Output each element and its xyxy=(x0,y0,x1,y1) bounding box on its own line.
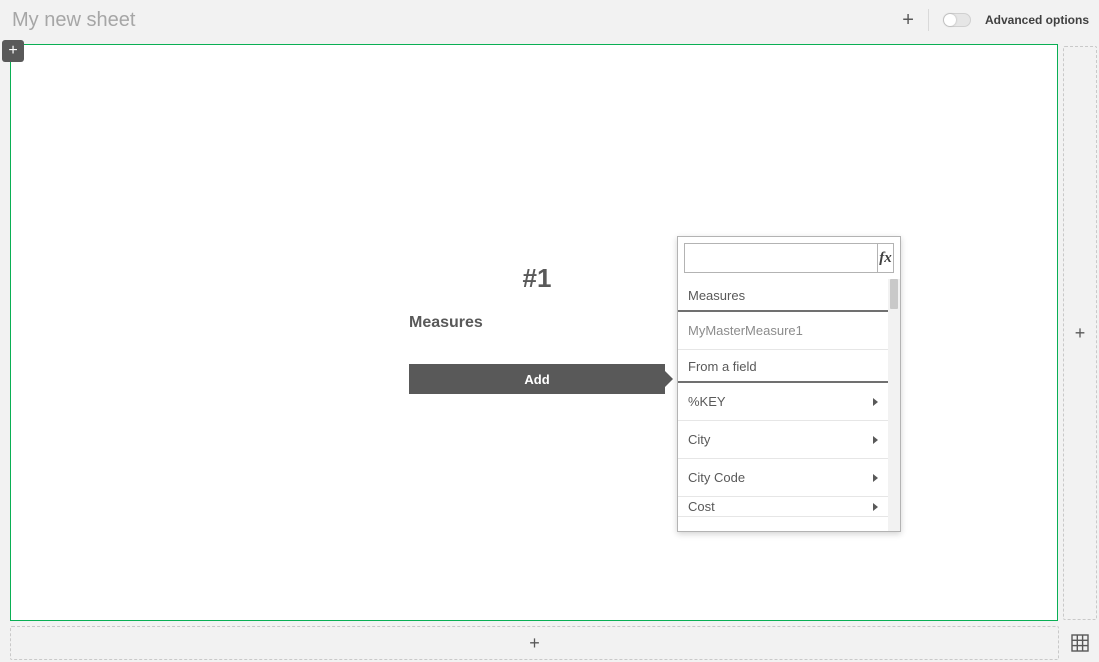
chevron-right-icon xyxy=(873,503,878,511)
placeholder-number: #1 xyxy=(409,263,665,294)
measure-item-label: MyMasterMeasure1 xyxy=(688,323,803,338)
fx-icon: fx xyxy=(879,250,892,267)
sheet-canvas[interactable]: #1 Measures Add fx Measures xyxy=(10,44,1058,621)
field-item-label: City Code xyxy=(688,470,745,485)
popover-scroll: Measures MyMasterMeasure1 From a field %… xyxy=(678,279,888,531)
add-measure-button[interactable]: Add xyxy=(409,364,665,394)
expression-editor-button[interactable]: fx xyxy=(878,243,894,273)
field-item[interactable]: City Code xyxy=(678,459,888,497)
canvas-wrap: + #1 Measures Add fx Measure xyxy=(2,40,1059,622)
chevron-right-icon xyxy=(873,398,878,406)
popover-scrollbar[interactable] xyxy=(888,279,900,531)
divider xyxy=(928,9,929,31)
popover-search-row: fx xyxy=(678,237,900,279)
advanced-options-toggle[interactable] xyxy=(943,13,971,27)
field-item[interactable]: City xyxy=(678,421,888,459)
field-item-label: %KEY xyxy=(688,394,726,409)
plus-icon: + xyxy=(529,633,540,654)
chevron-right-icon xyxy=(873,436,878,444)
section-from-field: From a field xyxy=(678,350,888,383)
header-actions: + Advanced options xyxy=(902,9,1089,31)
data-table-button[interactable] xyxy=(1067,630,1093,656)
popover-scrollbar-thumb[interactable] xyxy=(890,279,898,309)
field-item-label: City xyxy=(688,432,710,447)
measure-picker-popover: fx Measures MyMasterMeasure1 From a fiel… xyxy=(677,236,901,532)
plus-icon: + xyxy=(1075,323,1086,344)
table-icon xyxy=(1071,634,1089,652)
canvas-add-handle[interactable]: + xyxy=(2,40,24,62)
sheet-title[interactable]: My new sheet xyxy=(12,9,135,32)
visualization-placeholder: #1 Measures Add xyxy=(409,263,665,394)
popover-search-input[interactable] xyxy=(684,243,878,273)
chevron-right-icon xyxy=(873,474,878,482)
add-button-label: Add xyxy=(524,372,549,387)
section-measures: Measures xyxy=(678,279,888,312)
workspace: + #1 Measures Add fx Measure xyxy=(2,40,1097,660)
measures-heading: Measures xyxy=(409,314,665,332)
field-item-label: Cost xyxy=(688,499,715,514)
advanced-options-label: Advanced options xyxy=(985,13,1089,27)
field-item[interactable]: Cost xyxy=(678,497,888,517)
add-sheet-button[interactable]: + xyxy=(902,10,914,30)
plus-icon: + xyxy=(8,42,17,60)
add-panel-bottom[interactable]: + xyxy=(10,626,1059,660)
header-bar: My new sheet + Advanced options xyxy=(0,0,1099,40)
field-item[interactable]: %KEY xyxy=(678,383,888,421)
measure-item[interactable]: MyMasterMeasure1 xyxy=(678,312,888,350)
add-panel-right[interactable]: + xyxy=(1063,46,1097,620)
popover-body: Measures MyMasterMeasure1 From a field %… xyxy=(678,279,900,531)
